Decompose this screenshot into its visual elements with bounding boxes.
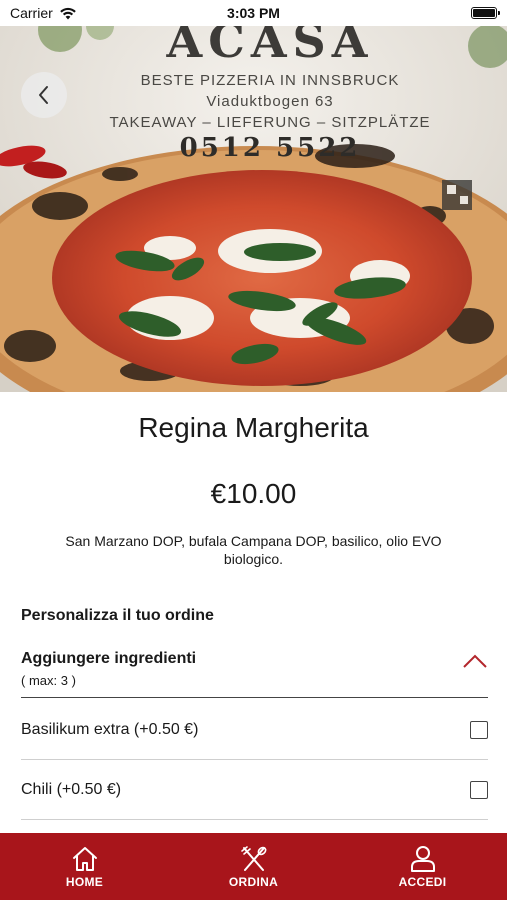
sign-address: Viaduktbogen 63 <box>206 93 334 110</box>
section-max: ( max: 3 ) <box>21 673 76 688</box>
section-title: Aggiungere ingredienti <box>21 650 197 667</box>
customize-title: Personalizza il tuo ordine <box>21 607 214 624</box>
sign-services: TAKEAWAY – LIEFERUNG – SITZPLÄTZE <box>109 114 431 131</box>
back-button[interactable] <box>21 72 67 118</box>
nav-item-order[interactable]: ORDINA <box>194 845 314 889</box>
product-title: Regina Margherita <box>138 412 369 443</box>
status-bar: Carrier 3:03 PM <box>0 0 507 26</box>
nav-label-login: ACCEDI <box>398 874 447 889</box>
hero-image: ACASA BESTE PIZZERIA IN INNSBRUCK Viaduk… <box>0 26 507 392</box>
nav-label-home: HOME <box>65 874 104 889</box>
ingredients-section-header[interactable]: Aggiungere ingredienti ( max: 3 ) <box>21 650 488 698</box>
chevron-left-icon <box>39 86 48 104</box>
option-checkbox[interactable] <box>470 720 488 739</box>
nav-item-home[interactable]: HOME <box>25 845 145 889</box>
option-label: Basilikum extra (+0.50 €) <box>21 720 199 738</box>
home-icon <box>72 846 97 871</box>
option-checkbox[interactable] <box>470 780 488 799</box>
sign-logo: ACASA <box>166 26 374 68</box>
product-price: €10.00 <box>210 478 297 509</box>
wifi-icon <box>59 7 76 19</box>
battery-icon <box>471 7 500 19</box>
product-description: San Marzano DOP, bufala Campana DOP, bas… <box>65 533 442 567</box>
restaurant-sign: ACASA BESTE PIZZERIA IN INNSBRUCK Viaduk… <box>80 26 460 196</box>
chevron-up-icon[interactable] <box>462 652 488 670</box>
carrier-label: Carrier <box>10 5 53 21</box>
nav-item-login[interactable]: ACCEDI <box>363 845 483 889</box>
option-label: Chili (+0.50 €) <box>21 780 122 798</box>
nav-label-order: ORDINA <box>228 874 279 889</box>
sign-phone: 0512 5522 <box>179 133 361 163</box>
sign-tagline: BESTE PIZZERIA IN INNSBRUCK <box>140 72 400 89</box>
option-row-chili[interactable]: Chili (+0.50 €) <box>21 760 488 820</box>
option-row-basilikum[interactable]: Basilikum extra (+0.50 €) <box>21 700 488 760</box>
utensils-icon <box>240 845 266 871</box>
bottom-nav: HOME ORDINA ACCEDI <box>0 833 507 900</box>
user-icon <box>410 845 435 872</box>
status-left: Carrier <box>10 5 77 21</box>
